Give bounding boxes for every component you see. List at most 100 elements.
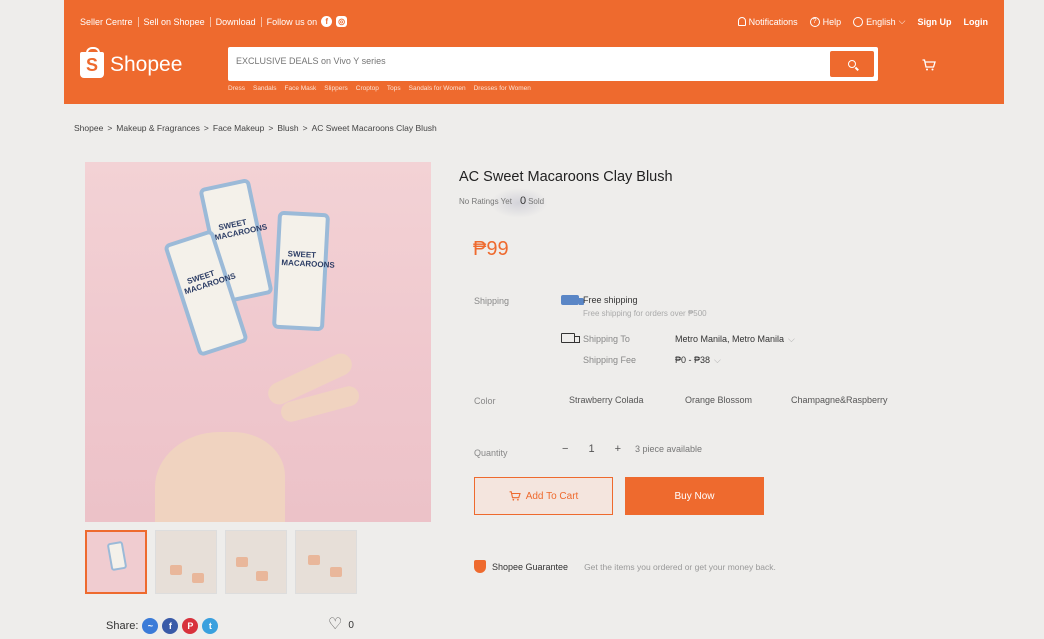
breadcrumb-item[interactable]: Makeup & Fragrances <box>116 123 200 133</box>
facebook-icon[interactable]: f <box>321 16 333 27</box>
login-link[interactable]: Login <box>964 17 989 27</box>
product-tube: SWEET MACAROONS <box>271 210 335 332</box>
search-input[interactable] <box>236 56 816 66</box>
search-bar <box>228 47 878 81</box>
share-label: Share: <box>106 620 139 632</box>
suggestion-link[interactable]: Face Mask <box>284 85 316 92</box>
thumbnail-2[interactable] <box>155 530 217 594</box>
shopee-logo[interactable]: S Shopee <box>80 47 183 78</box>
thumbnail-strip <box>85 530 357 594</box>
breadcrumb-separator: > <box>203 123 209 133</box>
like-row[interactable]: ♡ 0 <box>328 616 354 633</box>
suggestion-link[interactable]: Dresses for Women <box>474 85 531 92</box>
buy-now-button[interactable]: Buy Now <box>625 477 764 515</box>
chevron-down-icon: ⌵ <box>898 16 906 26</box>
thumb-tube <box>106 540 128 572</box>
shipping-to-value: Metro Manila, Metro Manila <box>675 334 785 344</box>
signup-link[interactable]: Sign Up <box>918 17 952 27</box>
quantity-label: Quantity <box>474 448 508 458</box>
twitter-icon[interactable]: t <box>202 618 219 634</box>
help-label: Help <box>822 16 842 27</box>
shopee-guarantee: Shopee Guarantee Get the items you order… <box>474 560 776 573</box>
messenger-icon[interactable]: ~ <box>142 618 159 634</box>
rating-text: No Ratings Yet <box>459 197 512 206</box>
shipping-fee-selector[interactable]: ₱0 - ₱38 ⌵ <box>675 355 721 366</box>
notifications-link[interactable]: Notifications <box>737 16 798 27</box>
guarantee-description: Get the items you ordered or get your mo… <box>584 561 776 572</box>
suggestion-link[interactable]: Sandals <box>253 85 277 92</box>
language-selector[interactable]: English ⌵ <box>853 16 906 27</box>
cart-icon[interactable] <box>922 59 936 71</box>
color-option[interactable]: Orange Blossom <box>685 392 752 408</box>
suggestion-link[interactable]: Dress <box>228 85 245 92</box>
tube-label: SWEET MACAROONS <box>281 249 335 270</box>
shipping-to-label: Shipping To <box>583 334 630 344</box>
thumb-pot <box>308 555 320 565</box>
help-icon: ? <box>809 16 820 27</box>
pinterest-icon[interactable]: P <box>182 618 199 634</box>
logo-text: Shopee <box>110 53 183 76</box>
breadcrumb-item[interactable]: Blush <box>277 123 298 133</box>
bell-icon <box>737 17 746 26</box>
breadcrumb-separator: > <box>107 123 113 133</box>
suggestion-link[interactable]: Sandals for Women <box>409 85 466 92</box>
thumb-pot <box>192 573 204 583</box>
free-shipping-icon <box>561 295 584 305</box>
follow-us: Follow us on f ◎ <box>262 16 353 27</box>
add-to-cart-button[interactable]: Add To Cart <box>474 477 613 515</box>
quantity-decrease-button[interactable]: − <box>562 443 568 455</box>
cart-icon <box>509 491 521 501</box>
guarantee-title: Shopee Guarantee <box>492 561 569 572</box>
color-option[interactable]: Champagne&Raspberry <box>791 392 888 408</box>
thumbnail-3[interactable] <box>225 530 287 594</box>
thumbnail-1[interactable] <box>85 530 147 594</box>
breadcrumb-item[interactable]: Shopee <box>74 123 103 133</box>
chevron-down-icon: ⌵ <box>788 334 795 344</box>
product-price: ₱99 <box>473 238 509 260</box>
thumb-pot <box>236 557 248 567</box>
suggestion-link[interactable]: Tops <box>387 85 401 92</box>
breadcrumb: Shopee > Makeup & Fragrances > Face Makeup… <box>74 123 437 133</box>
chevron-down-icon: ⌵ <box>714 355 721 365</box>
add-to-cart-label: Add To Cart <box>525 490 579 502</box>
sold-count: 0 <box>519 195 527 207</box>
topbar-left-links: Seller Centre Sell on Shopee Download Fo… <box>80 16 352 27</box>
product-title: AC Sweet Macaroons Clay Blush <box>459 169 673 185</box>
product-main-image[interactable]: SWEET MACAROONS SWEET MACAROONS SWEET MA… <box>85 162 431 522</box>
shipping-fee-value: ₱0 - ₱38 <box>675 355 711 365</box>
topbar-right-links: Notifications ? Help English ⌵ Sign Up L… <box>737 16 989 27</box>
shipping-label: Shipping <box>474 296 510 306</box>
thumbnail-4[interactable] <box>295 530 357 594</box>
tube-label: SWEET MACAROONS <box>213 217 268 243</box>
hand-shape <box>155 432 285 522</box>
seller-centre-link[interactable]: Seller Centre <box>80 16 139 27</box>
breadcrumb-separator: > <box>268 123 274 133</box>
truck-icon <box>561 333 580 343</box>
breadcrumb-item[interactable]: Face Makeup <box>213 123 265 133</box>
site-header: Seller Centre Sell on Shopee Download Fo… <box>64 0 1004 104</box>
download-link[interactable]: Download <box>211 16 262 27</box>
quantity-increase-button[interactable]: + <box>615 443 621 455</box>
heart-icon: ♡ <box>328 616 343 633</box>
color-option[interactable]: Strawberry Colada <box>569 392 644 408</box>
sell-on-shopee-link[interactable]: Sell on Shopee <box>139 16 211 27</box>
breadcrumb-separator: > <box>302 123 308 133</box>
free-shipping-text: Free shipping <box>583 295 638 305</box>
notifications-label: Notifications <box>748 16 798 27</box>
top-navbar: Seller Centre Sell on Shopee Download Fo… <box>80 16 988 30</box>
help-link[interactable]: ? Help <box>809 16 842 27</box>
facebook-share-icon[interactable]: f <box>162 618 179 634</box>
suggestion-link[interactable]: Croptop <box>356 85 379 92</box>
quantity-input[interactable]: 1 <box>588 443 594 455</box>
shipping-fee-label: Shipping Fee <box>583 355 637 365</box>
follow-us-label: Follow us on <box>266 16 318 27</box>
search-button[interactable] <box>830 51 874 77</box>
shipping-to-selector[interactable]: Metro Manila, Metro Manila ⌵ <box>675 334 795 345</box>
free-shipping-note: Free shipping for orders over ₱500 <box>583 309 707 318</box>
instagram-icon[interactable]: ◎ <box>336 16 348 27</box>
search-suggestions: Dress Sandals Face Mask Slippers Croptop… <box>228 85 531 92</box>
stock-available: 3 piece available <box>635 444 703 454</box>
tube-label: SWEET MACAROONS <box>183 268 237 297</box>
like-count: 0 <box>348 619 354 631</box>
suggestion-link[interactable]: Slippers <box>324 85 347 92</box>
